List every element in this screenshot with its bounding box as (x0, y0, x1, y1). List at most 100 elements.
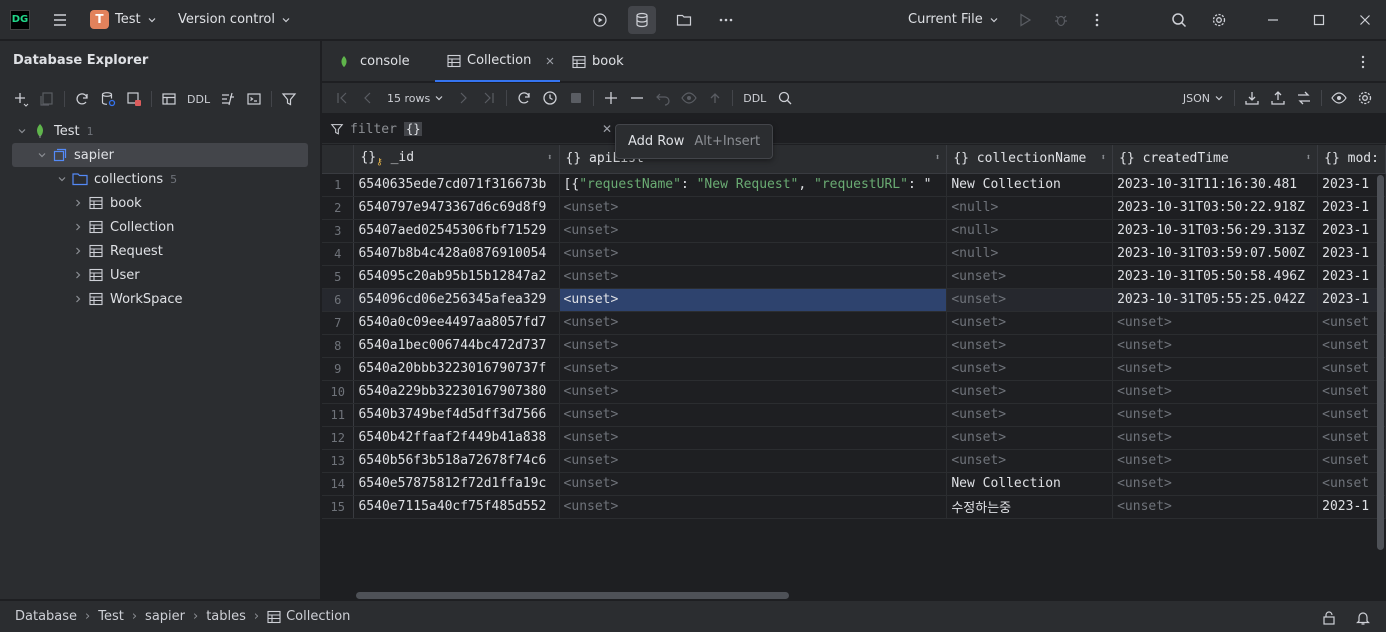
breadcrumb-item[interactable]: tables (206, 609, 246, 624)
cell-apilist[interactable]: <unset> (559, 449, 948, 473)
version-control-menu[interactable]: Version control (178, 12, 291, 27)
run-config-selector[interactable]: Current File (908, 12, 999, 27)
cell-apilist[interactable]: <unset> (559, 196, 948, 220)
chevron-down-icon[interactable] (54, 171, 70, 187)
cell-id[interactable]: 654096cd06e256345afea329 (353, 288, 560, 312)
disconnect-icon[interactable] (121, 87, 147, 111)
column-header-mod[interactable]: {} mod: (1317, 145, 1386, 174)
cell-mod[interactable]: 2023-1 (1317, 219, 1386, 243)
cell-collectionname[interactable]: New Collection (946, 472, 1114, 496)
first-page-icon[interactable] (329, 85, 355, 111)
cell-apilist[interactable]: [{"requestName": "New Request", "request… (559, 173, 948, 197)
compare-icon[interactable] (1291, 85, 1317, 111)
cell-mod[interactable]: 2023-1 (1317, 242, 1386, 266)
table-row[interactable]: 3 65407aed02545306fbf71529 <unset> <null> 20… (322, 219, 1386, 243)
sort-icon[interactable]: ⬍ (1306, 153, 1311, 163)
tree-node-user[interactable]: User (0, 263, 320, 287)
tab-book[interactable]: book (572, 41, 642, 82)
cell-id[interactable]: 6540797e9473367d6c69d8f9 (353, 196, 560, 220)
cell-apilist[interactable]: <unset> (559, 242, 948, 266)
import-icon[interactable] (1239, 85, 1265, 111)
notifications-bell-icon[interactable] (1354, 609, 1372, 627)
cell-id[interactable]: 6540b56f3b518a72678f74c6 (353, 449, 560, 473)
cell-createdtime[interactable]: <unset> (1112, 495, 1319, 519)
cell-apilist[interactable]: <unset> (559, 472, 948, 496)
settings-gear-icon[interactable] (1206, 7, 1232, 33)
cell-mod[interactable]: <unset (1317, 449, 1386, 473)
clear-filter-icon[interactable]: ✕ (602, 122, 612, 136)
cell-createdtime[interactable]: 2023-10-31T03:50:22.918Z (1112, 196, 1319, 220)
filter-bar[interactable]: filter {} ✕ (322, 115, 1386, 144)
table-row[interactable]: 9 6540a20bbb3223016790737f <unset> <unset> <… (322, 357, 1386, 381)
cell-collectionname[interactable]: <unset> (946, 426, 1114, 450)
sort-icon[interactable]: ⬍ (935, 153, 940, 163)
cell-collectionname[interactable]: <unset> (946, 380, 1114, 404)
cell-id[interactable]: 6540a0c09ee4497aa8057fd7 (353, 311, 560, 335)
cell-id[interactable]: 65407aed02545306fbf71529 (353, 219, 560, 243)
table-row[interactable]: 1 6540635ede7cd071f316673b [{"requestNam… (322, 173, 1386, 197)
cell-mod[interactable]: <unset (1317, 311, 1386, 335)
cell-apilist[interactable]: <unset> (559, 334, 948, 358)
cell-apilist[interactable]: <unset> (559, 311, 948, 335)
cell-apilist[interactable]: <unset> (559, 288, 948, 312)
table-row[interactable]: 11 6540b3749bef4d5dff3d7566 <unset> <unset>… (322, 403, 1386, 427)
revert-icon[interactable] (650, 85, 676, 111)
cell-createdtime[interactable]: <unset> (1112, 426, 1319, 450)
main-menu-icon[interactable] (47, 7, 73, 33)
maximize-icon[interactable] (1296, 0, 1342, 40)
cell-createdtime[interactable]: <unset> (1112, 472, 1319, 496)
breadcrumb-item[interactable]: sapier (145, 609, 185, 624)
cell-createdtime[interactable]: <unset> (1112, 311, 1319, 335)
cell-id[interactable]: 6540e57875812f72d1ffa19c (353, 472, 560, 496)
breadcrumb-item[interactable]: Database (15, 609, 77, 624)
tree-node-book[interactable]: book (0, 191, 320, 215)
table-row[interactable]: 5 654095c20ab95b15b12847a2 <unset> <unset> 2… (322, 265, 1386, 289)
table-row[interactable]: 2 6540797e9473367d6c69d8f9 <unset> <null> 20… (322, 196, 1386, 220)
cell-collectionname[interactable]: <unset> (946, 265, 1114, 289)
cell-createdtime[interactable]: <unset> (1112, 380, 1319, 404)
search-icon[interactable] (1166, 7, 1192, 33)
sort-icon[interactable]: ⬍ (547, 153, 552, 163)
close-tab-icon[interactable] (545, 56, 555, 66)
chevron-right-icon[interactable] (70, 243, 86, 259)
close-window-icon[interactable] (1342, 0, 1386, 40)
cell-mod[interactable]: <unset (1317, 472, 1386, 496)
history-clock-icon[interactable] (537, 85, 563, 111)
table-row[interactable]: 10 6540a229bb32230167907380 <unset> <unset>… (322, 380, 1386, 404)
cell-mod[interactable]: 2023-1 (1317, 173, 1386, 197)
export-icon[interactable] (1265, 85, 1291, 111)
cell-createdtime[interactable]: 2023-10-31T05:50:58.496Z (1112, 265, 1319, 289)
console-icon[interactable] (241, 87, 267, 111)
cell-id[interactable]: 6540635ede7cd071f316673b (353, 173, 560, 197)
cell-collectionname[interactable]: <unset> (946, 403, 1114, 427)
cell-id[interactable]: 654095c20ab95b15b12847a2 (353, 265, 560, 289)
cell-mod[interactable]: 2023-1 (1317, 495, 1386, 519)
chevron-right-icon[interactable] (70, 291, 86, 307)
debug-icon[interactable] (1048, 7, 1074, 33)
more-vertical-icon[interactable] (1084, 7, 1110, 33)
chevron-down-icon[interactable] (34, 147, 50, 163)
horizontal-scrollbar[interactable] (356, 592, 789, 599)
cell-collectionname[interactable]: <unset> (946, 311, 1114, 335)
cell-mod[interactable]: <unset (1317, 426, 1386, 450)
cell-collectionname[interactable]: <null> (946, 242, 1114, 266)
column-header-createdtime[interactable]: {} createdTime ⬍ (1112, 145, 1319, 174)
previous-page-icon[interactable] (355, 85, 381, 111)
cell-apilist[interactable]: <unset> (559, 495, 948, 519)
cell-createdtime[interactable]: <unset> (1112, 357, 1319, 381)
cell-collectionname[interactable]: <null> (946, 196, 1114, 220)
chevron-right-icon[interactable] (70, 267, 86, 283)
cell-collectionname[interactable]: <unset> (946, 449, 1114, 473)
cell-id[interactable]: 65407b8b4c428a0876910054 (353, 242, 560, 266)
ddl-button[interactable]: DDL (182, 93, 215, 106)
tab-options-icon[interactable] (1350, 49, 1376, 75)
stop-icon[interactable] (563, 85, 589, 111)
column-header-collectionname[interactable]: {} collectionName ⬍ (946, 145, 1114, 174)
cell-collectionname[interactable]: <unset> (946, 288, 1114, 312)
tree-node-collection[interactable]: Collection (0, 215, 320, 239)
search-icon[interactable] (772, 85, 798, 111)
column-header-id[interactable]: {}⚷ _id ⬍ (353, 145, 560, 174)
tab-collection[interactable]: Collection (435, 41, 560, 82)
cell-createdtime[interactable]: <unset> (1112, 334, 1319, 358)
table-row[interactable]: 12 6540b42ffaaf2f449b41a838 <unset> <unset>… (322, 426, 1386, 450)
